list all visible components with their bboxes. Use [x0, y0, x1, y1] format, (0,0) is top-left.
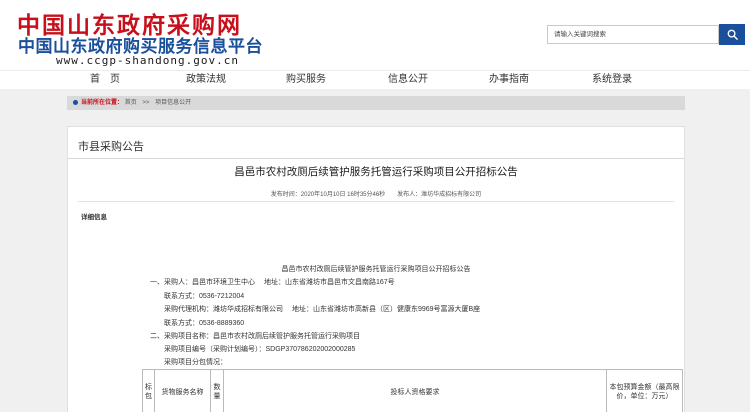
agency-contact: 联系方式：0536-8889360 [164, 320, 245, 327]
content-panel: 市县采购公告 昌邑市农村改厕后续管护服务托管运行采购项目公开招标公告 发布时间：… [67, 126, 685, 412]
breadcrumb-project-info[interactable]: 项目信息公开 [155, 100, 191, 106]
search-icon [727, 29, 738, 40]
search-input[interactable]: 请输入关键词搜索 [547, 25, 719, 44]
table-header-row: 标包 货物服务名称 数量 投标人资格要求 本包预算金额（最高限价，单位：万元） [142, 369, 683, 412]
search-button[interactable] [719, 24, 745, 45]
col-quantity: 数量 [210, 369, 224, 412]
document-title: 昌邑市农村改厕后续管护服务托管运行采购项目公开招标公告 [281, 266, 471, 273]
nav-item-policies[interactable]: 政策法规 [186, 71, 226, 90]
nav-item-info-disclosure[interactable]: 信息公开 [388, 71, 428, 90]
nav-item-guide[interactable]: 办事指南 [489, 71, 529, 90]
site-logo-url: www.ccgp-shandong.gov.cn [56, 54, 239, 67]
panel-title: 市县采购公告 [78, 141, 144, 153]
divider [68, 158, 684, 159]
breadcrumb: 当前所在位置： 首页 >> 项目信息公开 [67, 96, 685, 110]
package-info-line: 采购项目分包情况： [164, 359, 227, 366]
nav-item-login[interactable]: 系统登录 [592, 71, 632, 90]
project-number-line: 采购项目编号（采购计划编号）：SDGP370786202002000285 [164, 346, 356, 353]
purchaser-line: 一、采购人：昌邑市环境卫生中心 地址：山东省潍坊市昌邑市文昌南路167号 [150, 279, 395, 286]
agency-line: 采购代理机构：潍坊华成招标有限公司 地址：山东省潍坊市高新县（区）健康东9969… [164, 306, 481, 313]
divider [78, 201, 674, 202]
col-budget: 本包预算金额（最高限价，单位：万元） [606, 369, 683, 412]
location-dot-icon [73, 100, 78, 105]
site-header: 中国山东政府采购网 中国山东政府购买服务信息平台 www.ccgp-shando… [0, 0, 750, 70]
detail-label: 详细信息 [81, 214, 107, 221]
publish-info: 发布时间：2020年10月10日 16时35分46秒 发布人：潍坊华成招标有限公… [270, 192, 482, 198]
col-qualification: 投标人资格要求 [223, 369, 607, 412]
purchaser-contact: 联系方式：0536-7212004 [164, 293, 245, 300]
breadcrumb-home[interactable]: 首页 [125, 100, 137, 106]
nav-item-purchase-services[interactable]: 购买服务 [286, 71, 326, 90]
package-table: 标包 货物服务名称 数量 投标人资格要求 本包预算金额（最高限价，单位：万元） [142, 369, 683, 412]
main-nav: 首 页 政策法规 购买服务 信息公开 办事指南 系统登录 [0, 70, 750, 89]
col-goods-name: 货物服务名称 [154, 369, 211, 412]
breadcrumb-label: 当前所在位置： [81, 100, 124, 106]
project-name-line: 二、采购项目名称：昌邑市农村改厕后续管护服务托管运行采购项目 [150, 333, 360, 340]
nav-item-home[interactable]: 首 页 [90, 71, 120, 90]
announcement-title: 昌邑市农村改厕后续管护服务托管运行采购项目公开招标公告 [234, 166, 518, 178]
col-package: 标包 [142, 369, 155, 412]
breadcrumb-separator: >> [142, 100, 150, 106]
